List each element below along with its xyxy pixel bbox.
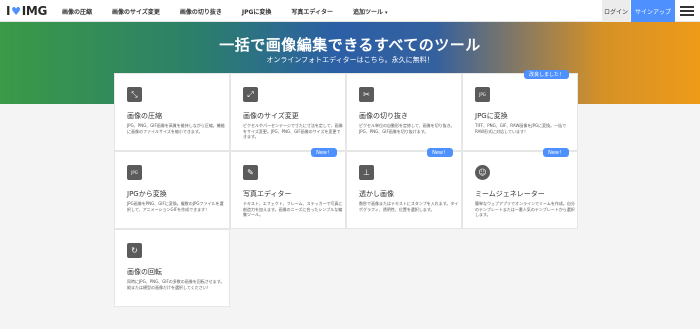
rotate-icon: ↻ <box>127 243 142 258</box>
pencil-icon: ✎ <box>243 165 258 180</box>
tool-title: 画像の回転 <box>127 268 162 276</box>
nav-convert-jpg[interactable]: JPGに変換 <box>242 7 272 16</box>
tool-description: ピクセルやパーセンテージで寸たに寸法を定して、画像をサイズ変更。JPG、PNG、… <box>243 123 343 139</box>
nav-more-tools-label: 追加ツール <box>353 8 384 16</box>
tool-description: 簡単なウェブアプリでオンラインでミームを作成。自分のテンプレートまたは一番人気の… <box>475 201 575 217</box>
tool-card-convert-to-jpg[interactable]: 改良しました！ JPG JPGに変換 TIFF、PNG、GIF、RAW画像をJP… <box>462 70 578 151</box>
tool-card-rotate[interactable]: ↻ 画像の回転 同時にJPG、PNG、GIFの多数の画像を回転させます。縦または… <box>114 229 230 307</box>
login-button[interactable]: ログイン <box>602 0 630 22</box>
hero-subtitle: オンラインフォトエディターはこちら。永久に無料！ <box>266 56 434 64</box>
tool-title: 透かし画像 <box>359 190 394 198</box>
iloveimg-logo[interactable]: I ♥ IMG <box>6 4 47 18</box>
new-badge: New！ <box>543 148 569 157</box>
meme-icon: ☺ <box>475 165 490 180</box>
tool-title: JPGから変換 <box>127 190 167 198</box>
heart-icon: ♥ <box>11 4 21 18</box>
tool-title: ミームジェネレーター <box>475 190 545 198</box>
hero-title: 一括で画像編集できるすべてのツール <box>219 36 481 54</box>
tool-title: JPGに変換 <box>475 112 508 120</box>
tool-description: テキスト、エフェクト、フレーム、ステッカーで写真に創造力を加えます。画像のニーズ… <box>243 201 343 217</box>
logo-text-img: IMG <box>21 4 48 18</box>
top-navbar: I ♥ IMG 画像の圧縮 画像のサイズ変更 画像の切り抜き JPGに変換 写真… <box>0 0 700 22</box>
tool-card-resize[interactable]: ⤢ 画像のサイズ変更 ピクセルやパーセンテージで寸たに寸法を定して、画像をサイズ… <box>230 73 346 151</box>
improved-badge: 改良しました！ <box>523 70 569 79</box>
tool-description: JPG、PNG、GIF画像を高質を維持しながら圧縮。機能に画像のファイルサイズを… <box>127 123 225 134</box>
tool-card-photo-editor[interactable]: New！ ✎ 写真エディター テキスト、エフェクト、フレーム、ステッカーで写真に… <box>230 148 346 229</box>
new-badge: New！ <box>427 148 453 157</box>
tool-description: TIFF、PNG、GIF、RAW画像をJPGに変換。一括でRAW形式に対応してい… <box>475 123 567 134</box>
tool-card-crop[interactable]: ✂ 画像の切り抜き ピクセル単位の自動形を定修して、画像を切り抜き。JPG、PN… <box>346 73 462 151</box>
tool-card-compress[interactable]: ⤡ 画像の圧縮 JPG、PNG、GIF画像を高質を維持しながら圧縮。機能に画像の… <box>114 73 230 151</box>
jpg-convert-icon: JPG <box>127 165 142 180</box>
stamp-icon: ⊥ <box>359 165 374 180</box>
tool-card-meme-generator[interactable]: New！ ☺ ミームジェネレーター 簡単なウェブアプリでオンラインでミームを作成… <box>462 148 578 229</box>
tool-description: 同時にJPG、PNG、GIFの多数の画像を回転させます。縦または横型の画像だけを… <box>127 279 225 290</box>
compress-icon: ⤡ <box>127 87 142 102</box>
resize-icon: ⤢ <box>243 87 258 102</box>
main-nav: 画像の圧縮 画像のサイズ変更 画像の切り抜き JPGに変換 写真エディター 追加… <box>62 0 408 22</box>
tool-description: ピクセル単位の自動形を定修して、画像を切り抜き。JPG、PNG、GIF画像を切り… <box>359 123 455 134</box>
new-badge: New！ <box>311 148 337 157</box>
nav-crop[interactable]: 画像の切り抜き <box>180 7 222 16</box>
hamburger-menu-icon[interactable] <box>680 6 694 16</box>
tool-title: 画像の圧縮 <box>127 112 162 120</box>
tool-description: JPG画像をPNG、GIFに変換。複数のJPGファイルを選択して、アニメーション… <box>127 201 224 212</box>
jpg-icon: JPG <box>475 87 490 102</box>
nav-resize[interactable]: 画像のサイズ変更 <box>112 7 160 16</box>
tool-card-convert-from-jpg[interactable]: JPG JPGから変換 JPG画像をPNG、GIFに変換。複数のJPGファイルを… <box>114 151 230 229</box>
tool-title: 画像の切り抜き <box>359 112 408 120</box>
tool-card-watermark[interactable]: New！ ⊥ 透かし画像 数秒で画像またはテキストにスタンプを入れます。タイポグ… <box>346 148 462 229</box>
scissors-icon: ✂ <box>359 87 374 102</box>
nav-photo-editor[interactable]: 写真エディター <box>291 7 333 16</box>
signup-button[interactable]: サインアップ <box>631 0 675 22</box>
tool-title: 写真エディター <box>243 190 292 198</box>
logo-text-i: I <box>6 4 11 18</box>
chevron-down-icon: ▾ <box>385 9 388 16</box>
nav-more-tools[interactable]: 追加ツール ▾ <box>353 7 388 16</box>
nav-compress[interactable]: 画像の圧縮 <box>62 7 92 16</box>
tool-title: 画像のサイズ変更 <box>243 112 299 120</box>
tool-description: 数秒で画像またはテキストにスタンプを入れます。タイポグラフィ、透明性、位置を選択… <box>359 201 459 212</box>
